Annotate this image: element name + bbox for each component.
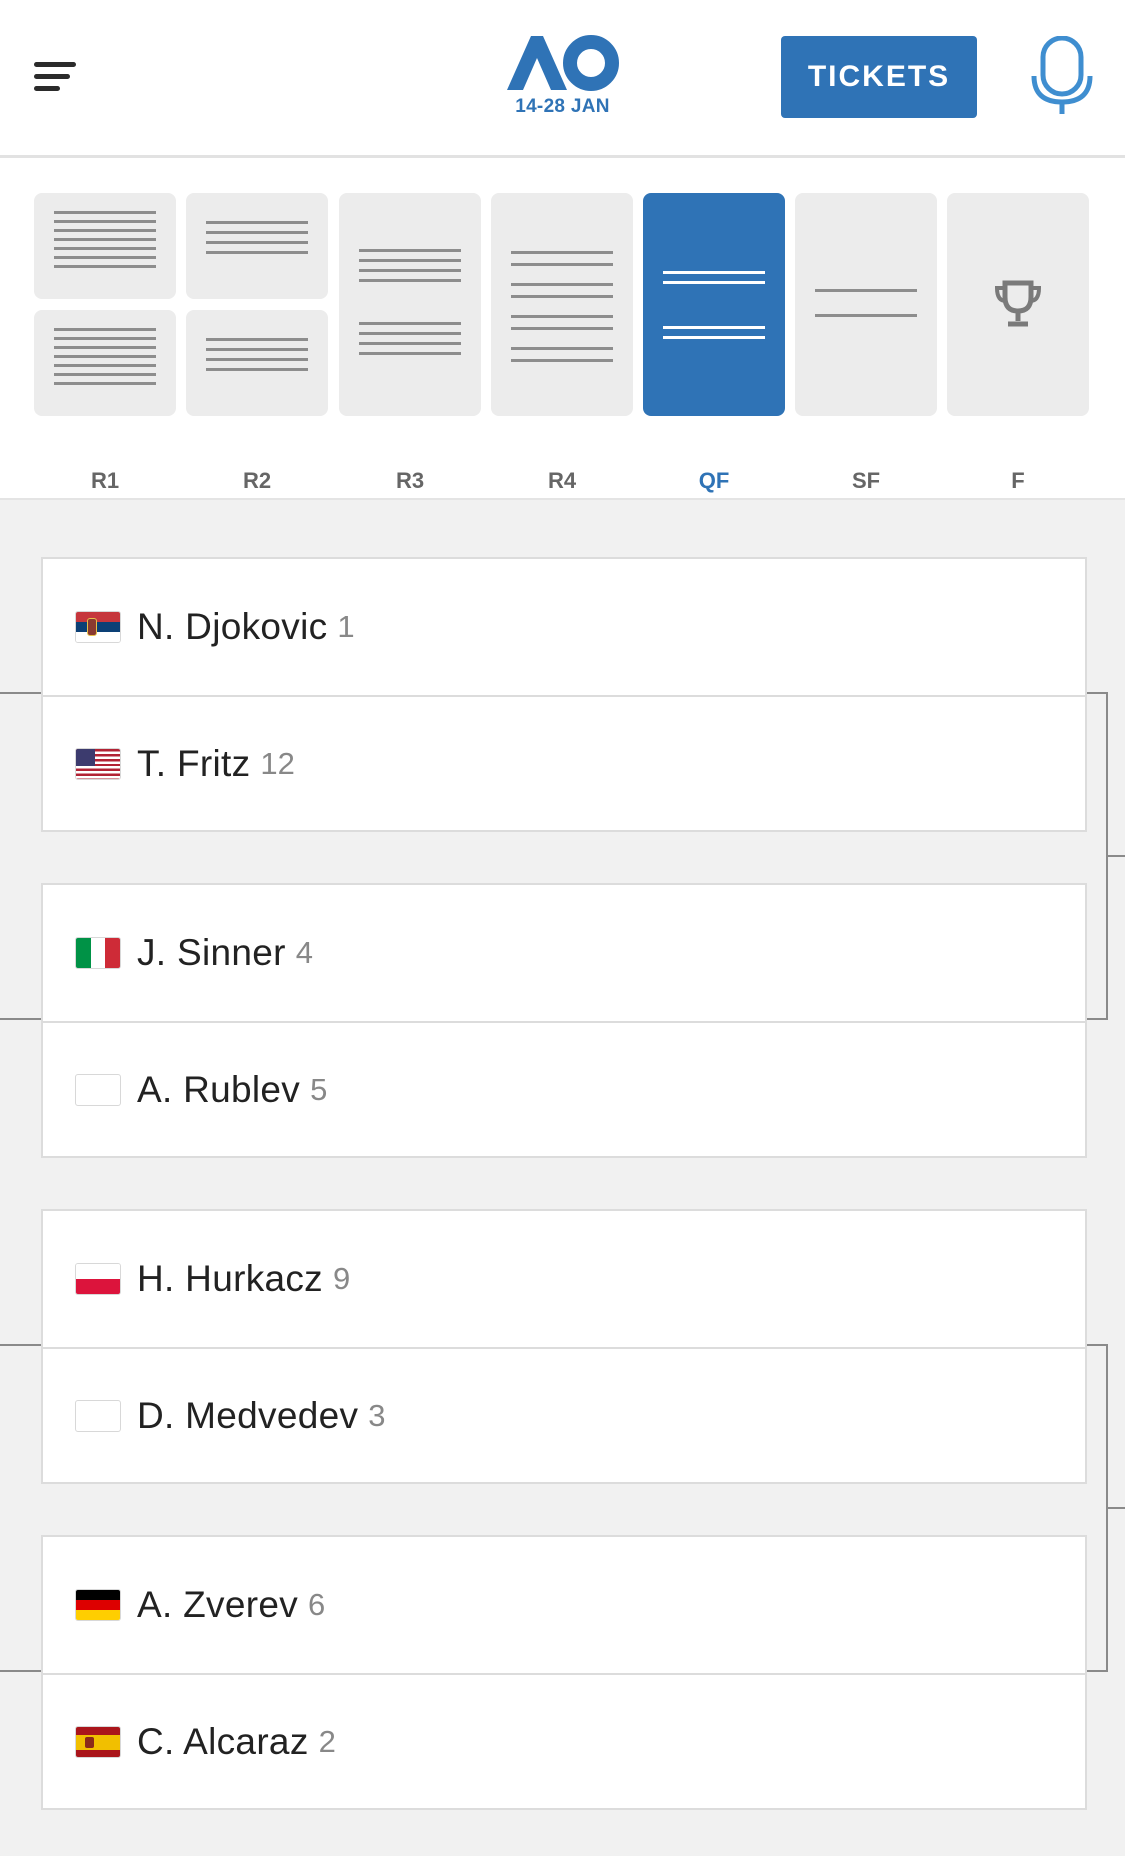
round-label-qf: QF [698,468,730,493]
bracket-line [1087,692,1108,694]
tickets-button[interactable]: TICKETS [781,36,977,118]
player-seed: 6 [308,1587,326,1622]
germany-flag-icon [75,1589,121,1621]
player-name: D. Medvedev [137,1395,359,1436]
player-row[interactable]: N. Djokovic 1 [43,559,1085,695]
hamburger-menu-icon[interactable] [34,62,80,98]
r1-tile-bottom [34,310,176,416]
quarterfinal-bracket: N. Djokovic 1 T. Fritz 12 J. Sinner 4 A.… [0,502,1125,1856]
bracket-line [1087,1018,1108,1020]
bracket-line [1087,1344,1108,1346]
player-name: T. Fritz [137,743,251,784]
player-name: A. Rublev [137,1069,301,1110]
r3-tile [339,193,481,416]
bracket-line [1106,855,1125,857]
serbia-flag-icon [75,611,121,643]
player-seed: 12 [260,746,295,781]
bracket-line [0,1670,41,1672]
bracket-line [0,692,41,694]
round-selector: R1 R2 R3 R4 QF SF F [0,158,1125,500]
player-name: H. Hurkacz [137,1258,323,1299]
r1-tile-top [34,193,176,299]
r4-tile [491,193,633,416]
player-name: C. Alcaraz [137,1721,309,1762]
player-seed: 1 [337,609,355,644]
bracket-line [0,1018,41,1020]
tournament-dates: 14-28 JAN [515,96,610,117]
round-label-final: F [1011,468,1025,493]
player-seed: 9 [332,1261,351,1296]
match-card-4[interactable]: A. Zverev 6 C. Alcaraz 2 [41,1535,1087,1810]
round-label-r1: R1 [90,468,120,493]
top-header: 14-28 JAN TICKETS [0,0,1125,158]
player-row[interactable]: H. Hurkacz 9 [43,1211,1085,1347]
r2-tile-top [186,193,328,299]
r2-tile-bottom [186,310,328,416]
player-name: N. Djokovic [137,606,328,647]
italy-flag-icon [75,937,121,969]
player-seed: 2 [318,1724,336,1759]
microphone-icon[interactable] [1030,35,1094,116]
poland-flag-icon [75,1263,121,1295]
round-label-sf: SF [851,468,881,493]
round-label-r4: R4 [547,468,577,493]
blank-flag-icon [75,1074,121,1106]
round-label-r2: R2 [242,468,272,493]
player-seed: 5 [310,1072,328,1107]
player-row[interactable]: J. Sinner 4 [43,885,1085,1021]
player-row[interactable]: C. Alcaraz 2 [43,1673,1085,1809]
qf-tile [643,193,785,416]
blank-flag-icon [75,1400,121,1432]
match-card-1[interactable]: N. Djokovic 1 T. Fritz 12 [41,557,1087,832]
match-card-3[interactable]: H. Hurkacz 9 D. Medvedev 3 [41,1209,1087,1484]
player-name: J. Sinner [137,932,286,973]
player-name: A. Zverev [137,1584,299,1625]
final-tile [947,193,1089,416]
round-label-r3: R3 [395,468,425,493]
player-row[interactable]: D. Medvedev 3 [43,1347,1085,1483]
player-row[interactable]: A. Zverev 6 [43,1537,1085,1673]
spain-flag-icon [75,1726,121,1758]
usa-flag-icon [75,748,121,780]
trophy-icon [994,280,1042,327]
bracket-line [1087,1670,1108,1672]
bracket-line [1106,1507,1125,1509]
match-card-2[interactable]: J. Sinner 4 A. Rublev 5 [41,883,1087,1158]
player-seed: 3 [368,1398,386,1433]
player-row[interactable]: A. Rublev 5 [43,1021,1085,1157]
ao-logo[interactable]: 14-28 JAN [505,32,620,122]
bracket-line [0,1344,41,1346]
player-row[interactable]: T. Fritz 12 [43,695,1085,831]
sf-tile [795,193,937,416]
ao-logo-mark [507,35,619,91]
player-seed: 4 [295,935,313,970]
